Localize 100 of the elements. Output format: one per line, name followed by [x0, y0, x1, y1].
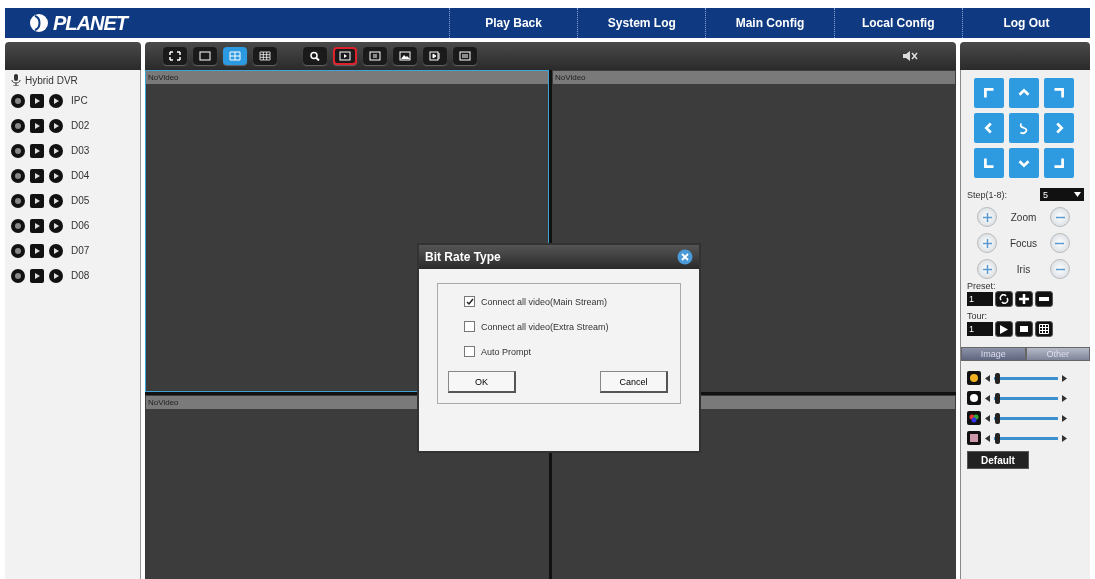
record-circle-icon[interactable] [11, 118, 25, 133]
quad-view-icon [229, 51, 241, 61]
slider-thumb[interactable] [995, 412, 1001, 424]
nine-view-icon [259, 51, 271, 61]
play-square-icon[interactable] [30, 218, 44, 233]
channel-name[interactable]: D07 [71, 245, 90, 256]
tour-field[interactable]: 1 [967, 322, 993, 336]
close-icon[interactable] [677, 249, 693, 265]
dropdown-arrow-icon [1074, 192, 1081, 197]
increase-arrow-icon[interactable] [1062, 414, 1067, 422]
plus-icon [982, 212, 992, 222]
remove-preset-button[interactable] [1035, 291, 1053, 307]
play-circle-icon[interactable] [49, 193, 63, 208]
ptz-button[interactable] [1044, 148, 1074, 178]
plus-button[interactable] [977, 233, 997, 253]
channel-name[interactable]: D03 [71, 145, 90, 156]
ptz-button[interactable] [974, 148, 1004, 178]
play-square-icon[interactable] [30, 93, 44, 108]
minus-icon [1039, 297, 1049, 301]
grid-icon [1039, 324, 1049, 334]
checkbox[interactable] [464, 346, 475, 357]
slider-thumb[interactable] [995, 392, 1001, 404]
increase-arrow-icon[interactable] [1062, 394, 1067, 402]
ptz-button[interactable] [1009, 148, 1039, 178]
channel-name[interactable]: D08 [71, 270, 90, 281]
nav-link[interactable]: Local Config [833, 8, 962, 38]
play-square-icon[interactable] [30, 268, 44, 283]
play-circle-icon[interactable] [49, 268, 63, 283]
play-circle-icon[interactable] [49, 93, 63, 108]
play-circle-icon[interactable] [49, 118, 63, 133]
step-select[interactable]: 5 [1040, 188, 1084, 201]
call-preset-button[interactable] [995, 291, 1013, 307]
minus-button[interactable] [1050, 207, 1070, 227]
nav-link[interactable]: System Log [577, 8, 706, 38]
layout-button[interactable] [163, 47, 187, 65]
play-square-icon[interactable] [30, 118, 44, 133]
dialog-button[interactable]: OK [448, 371, 516, 393]
increase-arrow-icon[interactable] [1062, 374, 1067, 382]
slider-thumb[interactable] [995, 432, 1001, 444]
ptz-button[interactable] [1044, 113, 1074, 143]
toolbar-button[interactable] [423, 47, 447, 65]
ptz-button[interactable] [1009, 78, 1039, 108]
record-circle-icon[interactable] [11, 268, 25, 283]
channel-name[interactable]: D06 [71, 220, 90, 231]
play-square-icon[interactable] [30, 168, 44, 183]
tour-grid-button[interactable] [1035, 321, 1053, 337]
play-square-icon[interactable] [30, 143, 44, 158]
decrease-arrow-icon[interactable] [985, 374, 990, 382]
video-cell-label: NoVideo [553, 71, 955, 84]
play-square-icon[interactable] [30, 193, 44, 208]
logo-icon [29, 12, 49, 34]
ptz-button[interactable] [974, 78, 1004, 108]
checkbox[interactable] [464, 296, 475, 307]
record-circle-icon[interactable] [11, 168, 25, 183]
channel-name[interactable]: IPC [71, 95, 88, 106]
play-circle-icon[interactable] [49, 218, 63, 233]
record-circle-icon[interactable] [11, 193, 25, 208]
play-circle-icon[interactable] [49, 243, 63, 258]
toolbar-button[interactable] [303, 47, 327, 65]
decrease-arrow-icon[interactable] [985, 394, 990, 402]
nav-link[interactable]: Play Back [449, 8, 578, 38]
nav-link[interactable]: Log Out [961, 8, 1090, 38]
checkbox[interactable] [464, 321, 475, 332]
plus-button[interactable] [977, 259, 997, 279]
record-circle-icon[interactable] [11, 93, 25, 108]
channel-name[interactable]: D05 [71, 195, 90, 206]
minus-button[interactable] [1050, 259, 1070, 279]
preset-field[interactable]: 1 [967, 292, 993, 306]
start-tour-button[interactable] [995, 321, 1013, 337]
mute-icon[interactable] [902, 50, 918, 62]
slider-thumb[interactable] [995, 372, 1001, 384]
dialog-button[interactable]: Cancel [600, 371, 668, 393]
decrease-arrow-icon[interactable] [985, 434, 990, 442]
ptz-button[interactable] [1009, 113, 1039, 143]
tree-root-label[interactable]: Hybrid DVR [25, 74, 78, 86]
record-circle-icon[interactable] [11, 243, 25, 258]
increase-arrow-icon[interactable] [1062, 434, 1067, 442]
toolbar-button[interactable] [393, 47, 417, 65]
refresh-icon [999, 294, 1009, 304]
add-preset-button[interactable] [1015, 291, 1033, 307]
play-square-icon[interactable] [30, 243, 44, 258]
play-circle-icon[interactable] [49, 168, 63, 183]
stop-tour-button[interactable] [1015, 321, 1033, 337]
plus-icon [1019, 294, 1029, 304]
record-circle-icon[interactable] [11, 218, 25, 233]
ptz-button[interactable] [1044, 78, 1074, 108]
toolbar-button[interactable] [333, 47, 357, 65]
default-button[interactable]: Default [967, 451, 1029, 469]
minus-button[interactable] [1050, 233, 1070, 253]
layout-button[interactable] [253, 47, 277, 65]
channel-name[interactable]: D02 [71, 120, 90, 131]
record-circle-icon[interactable] [11, 143, 25, 158]
play-circle-icon[interactable] [49, 143, 63, 158]
plus-button[interactable] [977, 207, 997, 227]
channel-name[interactable]: D04 [71, 170, 90, 181]
ptz-button[interactable] [974, 113, 1004, 143]
layout-button[interactable] [193, 47, 217, 65]
decrease-arrow-icon[interactable] [985, 414, 990, 422]
tour-label: Tour: [967, 311, 988, 321]
nav-link[interactable]: Main Config [705, 8, 834, 38]
